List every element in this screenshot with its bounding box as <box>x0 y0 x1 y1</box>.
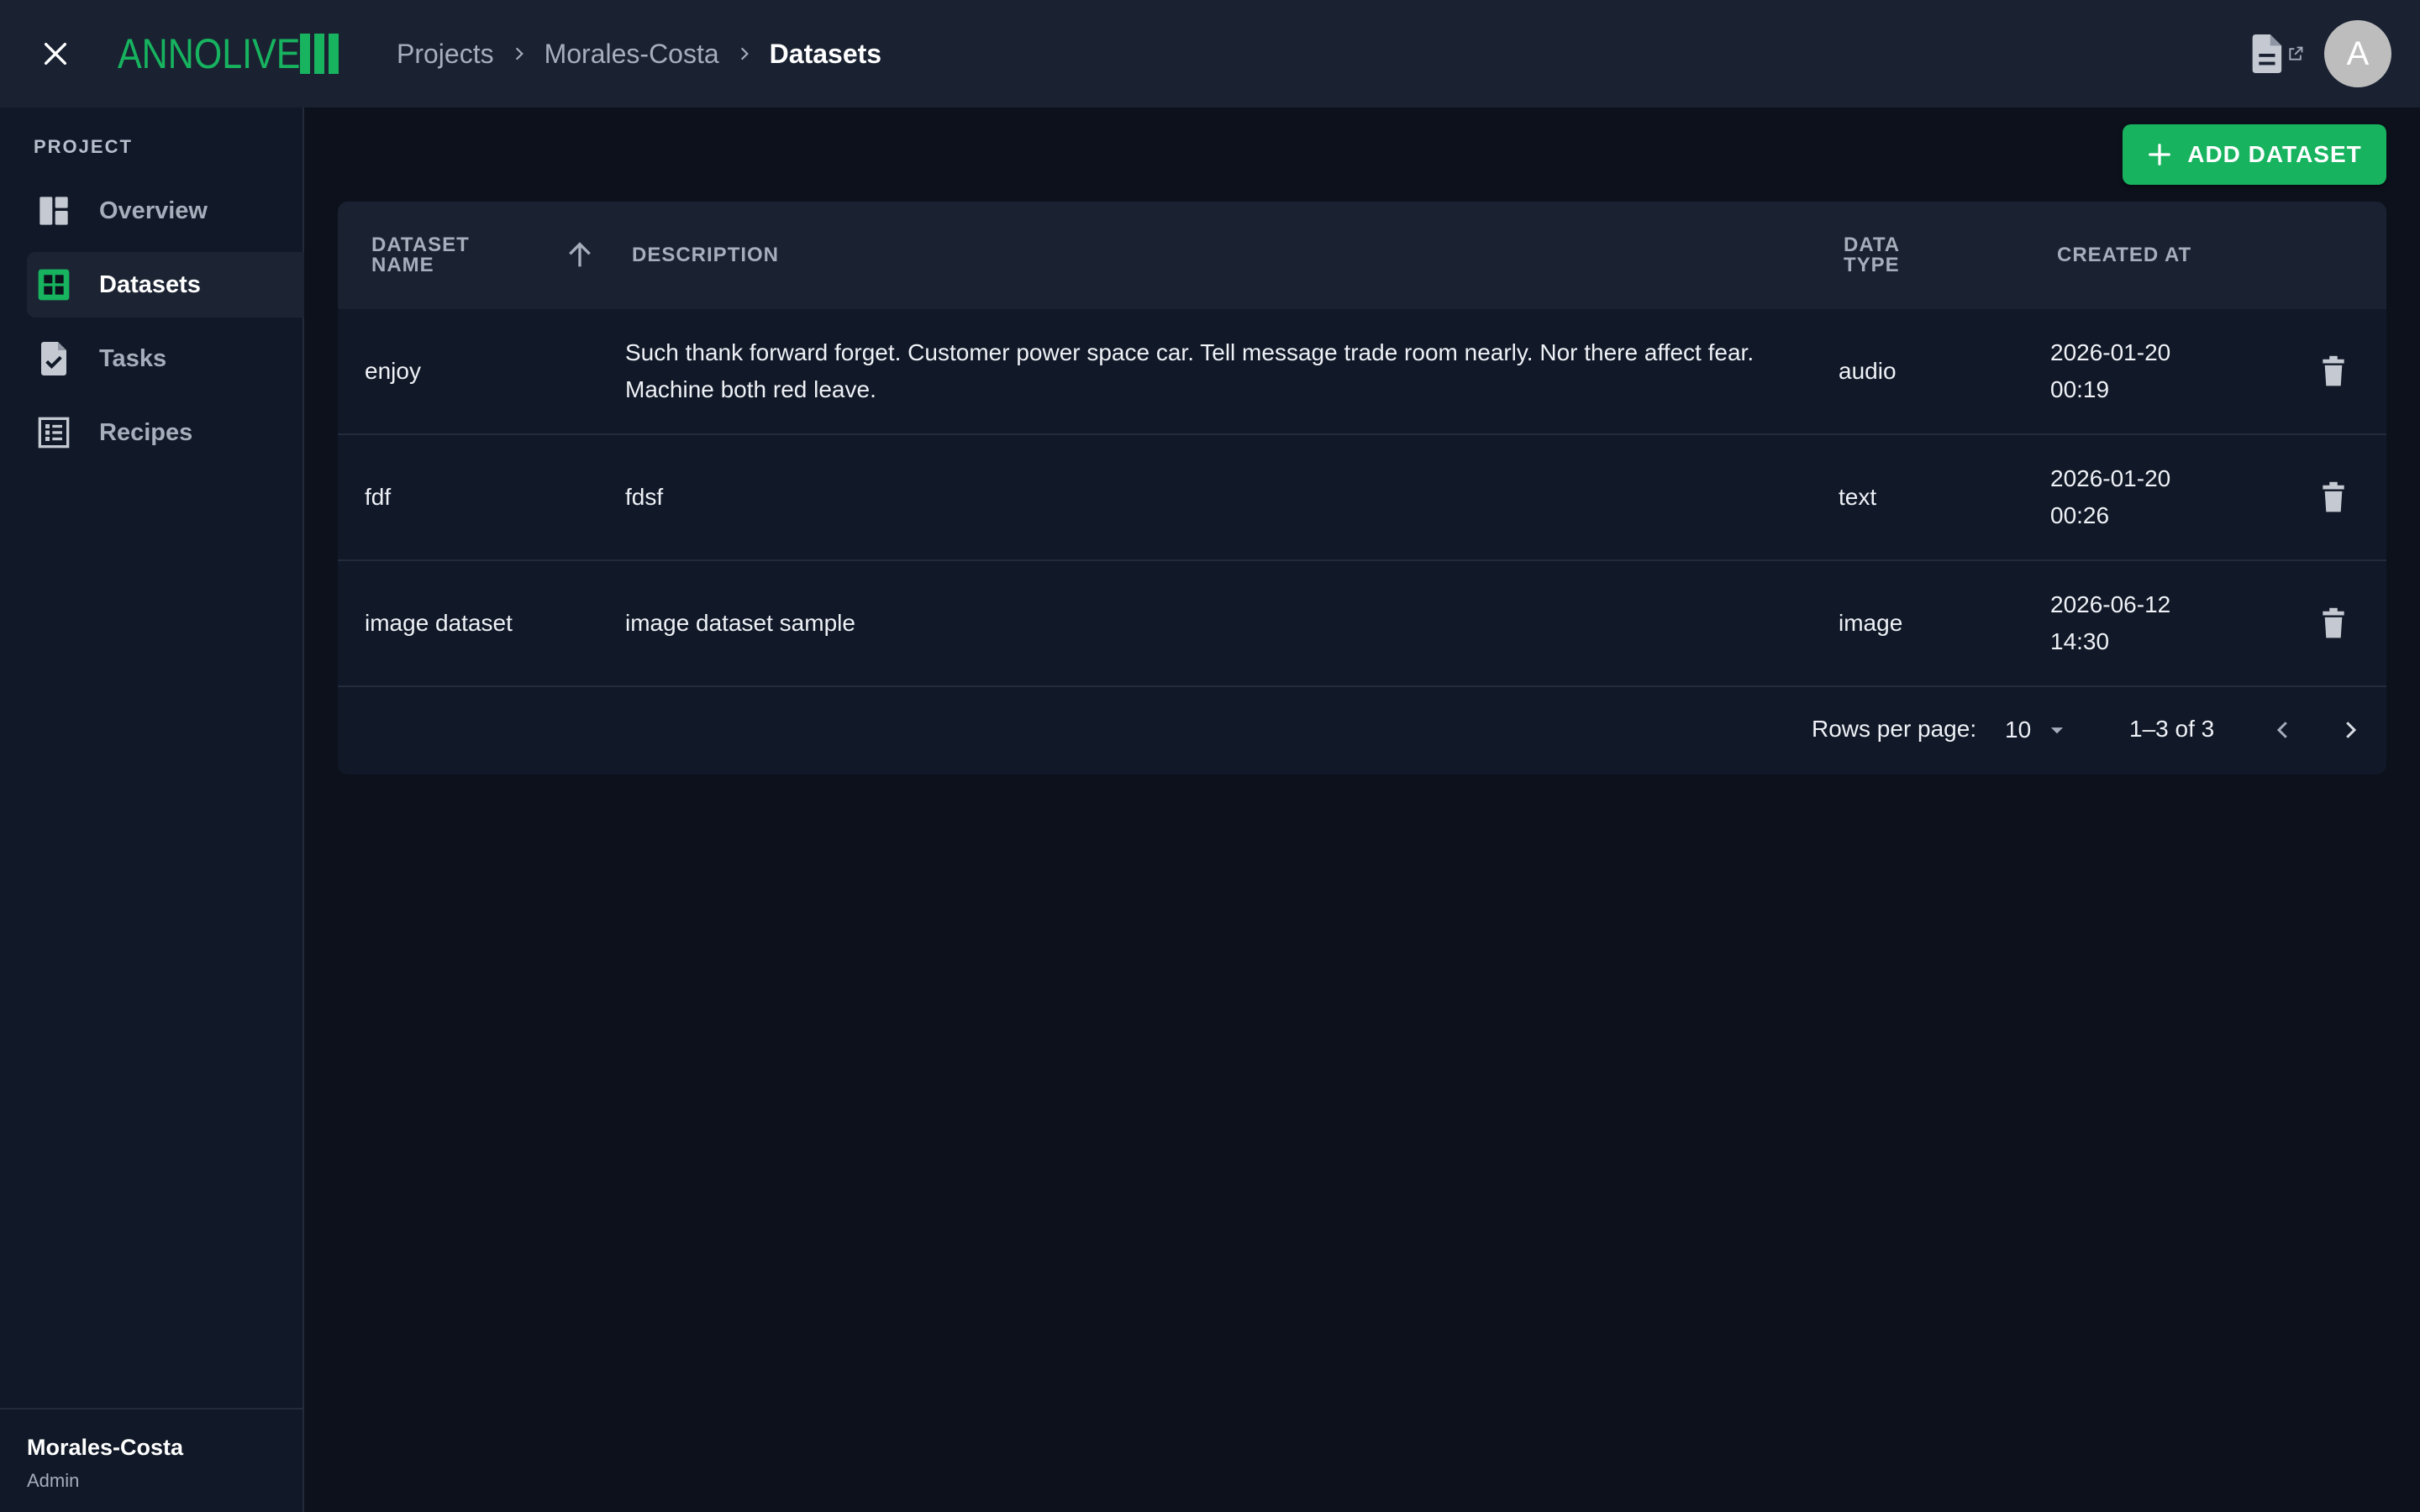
document-icon <box>2252 34 2282 73</box>
sidebar-footer: Morales-Costa Admin <box>0 1408 302 1512</box>
delete-button[interactable] <box>2312 350 2354 392</box>
caret-down-icon <box>2051 727 2064 734</box>
sidebar-item-label: Tasks <box>99 344 167 372</box>
sidebar-item-tasks[interactable]: Tasks <box>27 326 304 391</box>
cell-created-at: 2026-06-12 14:30 <box>2050 561 2170 685</box>
column-header-data-type[interactable]: DATA TYPE <box>1844 202 1900 309</box>
cell-description: Such thank forward forget. Customer powe… <box>625 339 1754 402</box>
breadcrumb-datasets: Datasets <box>769 38 882 69</box>
breadcrumb-projects[interactable]: Projects <box>397 39 494 70</box>
user-avatar[interactable]: A <box>2324 20 2391 87</box>
cell-created-at: 2026-01-20 00:19 <box>2050 309 2170 433</box>
table-pagination: Rows per page: 10 1–3 of 3 <box>338 687 2386 774</box>
add-dataset-button[interactable]: ADD DATASET <box>2123 124 2386 185</box>
cell-description: image dataset sample <box>625 610 855 636</box>
datasets-table: DATASET NAME DESCRIPTION DATA TYPE CREAT… <box>338 202 2386 774</box>
breadcrumb: Projects Morales-Costa Datasets <box>397 34 881 74</box>
sidebar-item-label: Recipes <box>99 418 193 446</box>
sidebar-item-label: Datasets <box>99 270 201 298</box>
cell-data-type: text <box>1839 484 1877 510</box>
sort-arrow-up-icon[interactable] <box>563 239 597 272</box>
sidebar-item-datasets[interactable]: Datasets <box>27 252 304 318</box>
plus-icon <box>2149 144 2171 165</box>
column-header-name[interactable]: DATASET NAME <box>371 202 591 309</box>
created-time: 00:26 <box>2050 502 2110 528</box>
cell-name: image dataset <box>365 610 513 636</box>
external-link-icon <box>2289 46 2303 60</box>
table-header: DATASET NAME DESCRIPTION DATA TYPE CREAT… <box>338 202 2386 309</box>
cell-data-type: image <box>1839 610 1903 636</box>
add-dataset-label: ADD DATASET <box>2187 141 2362 167</box>
trash-icon <box>2323 481 2344 512</box>
list-icon <box>38 417 70 449</box>
documentation-link[interactable] <box>2249 34 2316 74</box>
table-row[interactable]: fdf fdsf text 2026-01-20 00:26 <box>338 435 2386 561</box>
created-date: 2026-06-12 <box>2050 591 2171 617</box>
chevron-right-icon <box>736 45 753 62</box>
trash-icon <box>2323 355 2344 386</box>
cell-name: fdf <box>365 484 392 510</box>
close-icon <box>44 42 67 66</box>
task-file-icon <box>41 342 66 375</box>
cell-data-type: audio <box>1839 358 1897 384</box>
delete-button[interactable] <box>2312 602 2354 644</box>
created-date: 2026-01-20 <box>2050 465 2171 491</box>
annolive-logo[interactable]: ANNOLIVE <box>118 30 339 77</box>
table-row[interactable]: image dataset image dataset sample image… <box>338 561 2386 687</box>
dashboard-icon <box>39 197 68 225</box>
chevron-left-icon <box>2276 722 2287 738</box>
previous-page-button[interactable] <box>2262 709 2304 751</box>
rows-per-page-value: 10 <box>2005 717 2032 743</box>
cell-created-at: 2026-01-20 00:26 <box>2050 435 2170 559</box>
project-name: Morales-Costa <box>27 1435 184 1460</box>
chevron-right-icon <box>511 45 528 62</box>
created-time: 00:19 <box>2050 376 2110 402</box>
breadcrumb-project[interactable]: Morales-Costa <box>544 39 719 70</box>
sidebar-item-overview[interactable]: Overview <box>27 178 304 244</box>
created-time: 14:30 <box>2050 628 2110 654</box>
top-app-bar: ANNOLIVE Projects Morales-Costa Datasets… <box>0 0 2420 108</box>
grid-icon <box>38 269 70 301</box>
sidebar-item-label: Overview <box>99 197 208 224</box>
column-header-created-at[interactable]: CREATED AT <box>2057 202 2191 309</box>
column-header-description[interactable]: DESCRIPTION <box>632 202 779 309</box>
column-header-text: DATASET <box>371 234 470 256</box>
table-row[interactable]: enjoy Such thank forward forget. Custome… <box>338 309 2386 435</box>
trash-icon <box>2323 607 2344 638</box>
rows-per-page-select[interactable]: 10 <box>2005 709 2082 751</box>
chevron-right-icon <box>2346 722 2357 738</box>
close-button[interactable] <box>32 30 79 77</box>
cell-description: fdsf <box>625 484 664 510</box>
cell-name: enjoy <box>365 358 421 384</box>
pagination-range: 1–3 of 3 <box>2129 716 2215 742</box>
next-page-button[interactable] <box>2329 709 2371 751</box>
column-header-text: NAME <box>371 254 434 276</box>
sidebar: PROJECT Overview Datasets Tasks Recipes … <box>0 108 304 1512</box>
delete-button[interactable] <box>2312 476 2354 518</box>
sidebar-heading: PROJECT <box>34 136 133 157</box>
created-date: 2026-01-20 <box>2050 339 2171 365</box>
rows-per-page-label: Rows per page: <box>1812 716 1977 742</box>
logo-text: ANNOLIVE <box>118 30 301 77</box>
column-header-text: TYPE <box>1844 254 1900 276</box>
column-header-text: DATA <box>1844 234 1901 256</box>
sidebar-item-recipes[interactable]: Recipes <box>27 400 304 465</box>
logo-bars-icon <box>299 34 339 74</box>
user-role: Admin <box>27 1470 80 1491</box>
